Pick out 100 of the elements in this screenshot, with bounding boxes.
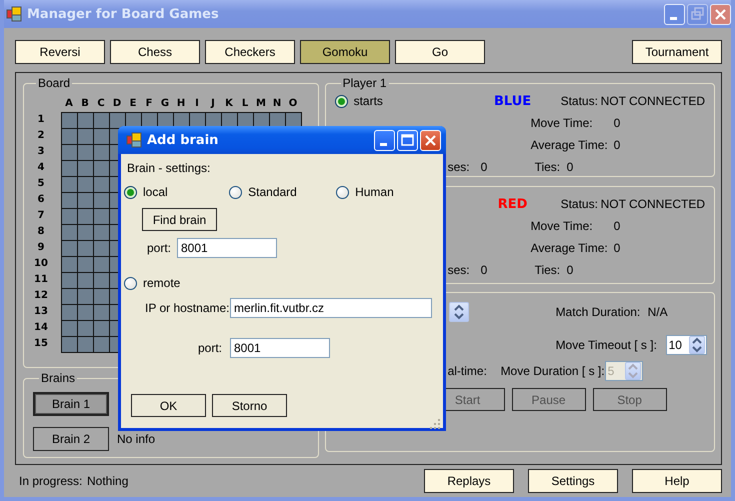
column-label: D — [112, 98, 122, 111]
column-label: G — [160, 98, 170, 111]
losses-label: ses: — [448, 263, 471, 277]
move-timeout-spinner[interactable]: 10 — [666, 335, 707, 355]
row-label: 10 — [33, 257, 49, 271]
app-icon — [126, 132, 142, 148]
row-label: 12 — [33, 289, 49, 303]
game-tab[interactable]: Checkers — [205, 40, 295, 64]
group-title: Player 1 — [342, 76, 388, 90]
row-label: 7 — [36, 209, 46, 223]
port-label: port: — [198, 340, 224, 354]
losses-value: 0 — [480, 263, 488, 277]
column-label: K — [224, 98, 234, 111]
section-label: Brain - settings: — [127, 161, 210, 175]
port-label: port: — [147, 240, 172, 254]
column-label: J — [210, 98, 216, 111]
move-time-label: Move Time: — [530, 116, 594, 130]
row-label: 5 — [36, 177, 46, 191]
status-label: Status: — [560, 94, 599, 108]
game-tab[interactable]: Chess — [110, 40, 200, 64]
move-time-value: 0 — [614, 219, 620, 233]
ties-label: Ties: — [534, 263, 562, 277]
brain-button[interactable]: Brain 1 — [33, 392, 109, 416]
column-label: F — [144, 98, 154, 111]
move-duration-label: Move Duration [ s ]: — [500, 364, 605, 378]
spin-buttons[interactable] — [448, 302, 469, 322]
remote-radio[interactable]: remote — [124, 276, 180, 290]
average-time-value: 0 — [614, 138, 620, 152]
dialog-button[interactable]: OK — [131, 394, 206, 417]
column-label: H — [176, 98, 186, 111]
row-label: 2 — [36, 129, 46, 143]
column-label: O — [288, 98, 298, 111]
status-label: Status: — [560, 197, 599, 211]
player-color-name: RED — [496, 196, 528, 212]
app-icon — [6, 6, 22, 22]
minimize-icon — [380, 142, 387, 146]
losses-value: 0 — [480, 160, 488, 174]
status-value: NOT CONNECTED — [600, 94, 706, 108]
minimize-icon — [670, 16, 677, 20]
column-label: N — [272, 98, 282, 111]
column-label: I — [194, 98, 200, 111]
ties-value: 0 — [566, 160, 574, 174]
minimize-button[interactable] — [664, 4, 685, 24]
average-time-label: Average Time: — [530, 241, 609, 255]
close-button[interactable] — [710, 4, 731, 24]
local-radio[interactable]: local — [124, 185, 230, 199]
match-duration-value: N/A — [648, 305, 668, 319]
game-tab[interactable]: Gomoku — [300, 40, 390, 64]
game-tab[interactable]: Go — [395, 40, 485, 64]
port-field[interactable]: 8001 — [177, 238, 277, 258]
move-time-label: Move Time: — [530, 219, 594, 233]
column-label: A — [64, 98, 74, 111]
resize-grip-icon[interactable] — [430, 419, 441, 430]
status-value: NOT CONNECTED — [600, 197, 706, 211]
realtime-label: al-time: — [448, 364, 488, 378]
type-radio[interactable]: Human — [336, 185, 443, 199]
tournament-button[interactable]: Tournament — [632, 40, 722, 64]
row-label: 13 — [33, 305, 49, 319]
progress-value: Nothing — [87, 474, 128, 488]
row-label: 4 — [36, 161, 46, 175]
row-label: 8 — [36, 225, 46, 239]
average-time-label: Average Time: — [530, 138, 609, 152]
game-tab[interactable]: Reversi — [15, 40, 105, 64]
starts-radio[interactable]: starts — [334, 94, 383, 108]
row-label: 15 — [33, 337, 49, 351]
row-label: 11 — [33, 273, 49, 287]
maximize-button[interactable] — [397, 130, 418, 150]
type-radio[interactable]: Standard — [229, 185, 336, 199]
average-time-value: 0 — [614, 241, 620, 255]
row-label: 1 — [36, 113, 46, 127]
brain-button[interactable]: Brain 2 — [33, 427, 109, 451]
row-label: 14 — [33, 321, 49, 335]
footer-button[interactable]: Help — [632, 469, 722, 493]
dialog-title: Add brain — [147, 132, 218, 148]
move-time-value: 0 — [614, 116, 620, 130]
losses-label: ses: — [448, 160, 471, 174]
progress-label: In progress: — [19, 474, 84, 488]
row-label: 3 — [36, 145, 46, 159]
host-field[interactable]: merlin.fit.vutbr.cz — [230, 298, 432, 318]
ties-value: 0 — [566, 263, 574, 277]
group-title: Brains — [40, 371, 76, 385]
row-label: 9 — [36, 241, 46, 255]
player-color-name: BLUE — [492, 94, 532, 108]
dialog-button[interactable]: Storno — [212, 394, 287, 417]
window-title: Manager for Board Games — [27, 6, 219, 22]
footer-button[interactable]: Settings — [528, 469, 618, 493]
group-title: Board — [37, 76, 72, 90]
brain-info: No info — [117, 432, 156, 446]
footer-button[interactable]: Replays — [424, 469, 514, 493]
column-label: M — [255, 98, 267, 111]
column-label: E — [128, 98, 138, 111]
column-label: L — [240, 98, 250, 111]
column-label: B — [80, 98, 90, 111]
row-label: 6 — [36, 193, 46, 207]
match-duration-label: Match Duration: — [556, 305, 642, 319]
column-label: C — [96, 98, 106, 111]
port-field[interactable]: 8001 — [230, 338, 330, 358]
ties-label: Ties: — [534, 160, 562, 174]
find-brain-button[interactable]: Find brain — [142, 208, 217, 231]
host-label: IP or hostname: — [145, 301, 230, 315]
